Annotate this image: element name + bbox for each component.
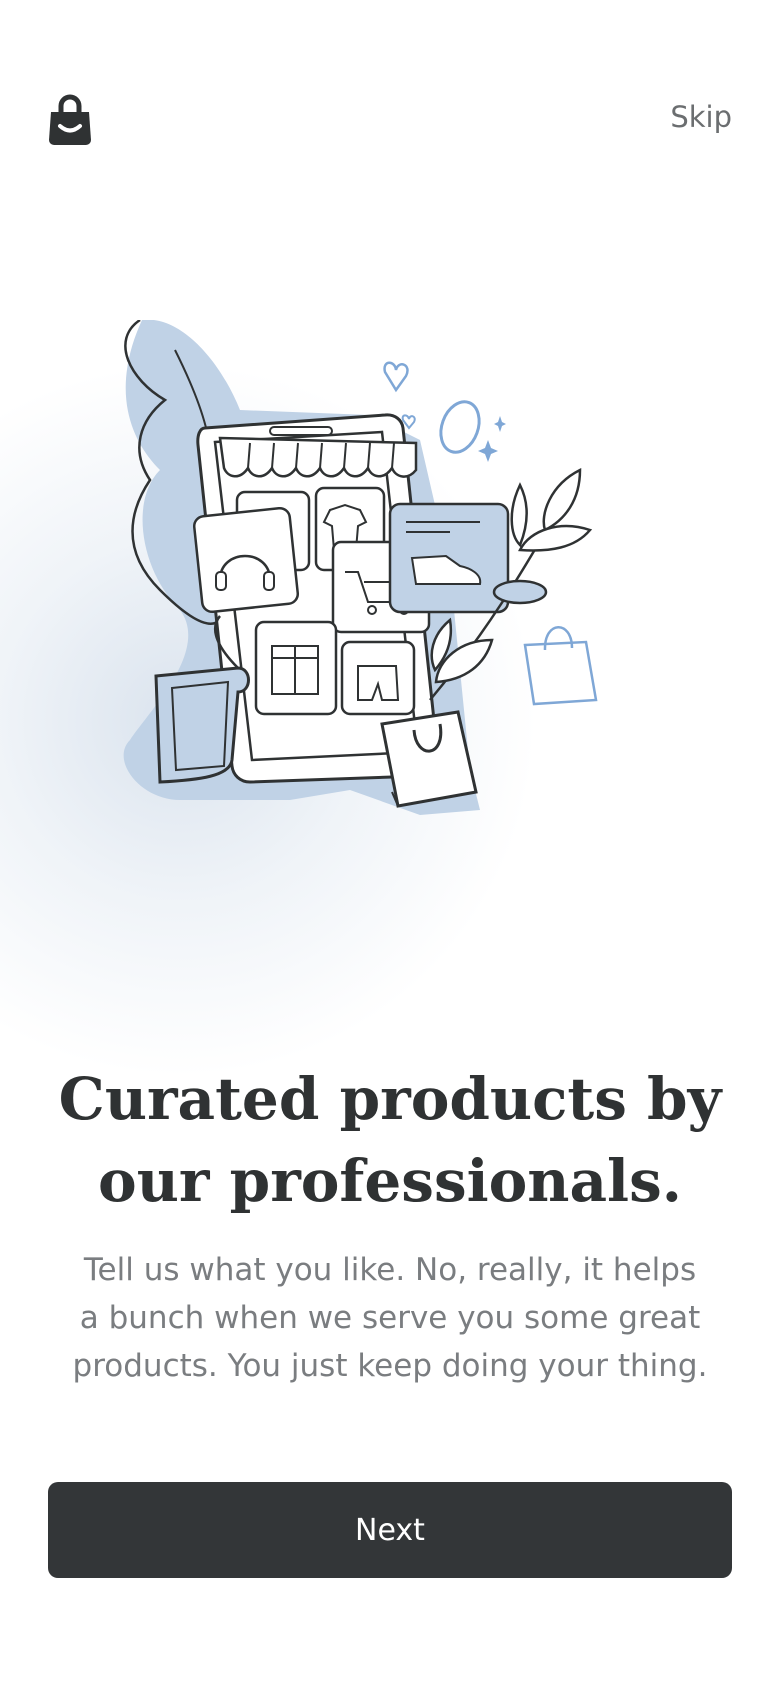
onboarding-screen: Skip Curated products by our professiona… [0, 0, 780, 1688]
next-button[interactable]: Next [48, 1482, 732, 1578]
shoe-card [388, 502, 510, 614]
sparkle-icon [478, 440, 498, 462]
phone-storefront-illustration [123, 320, 598, 815]
shopping-bag-logo-icon [49, 94, 91, 145]
headphones-card [192, 506, 300, 614]
onboarding-headline: Curated products by our professionals. [58, 1065, 722, 1215]
ring-illustration [439, 400, 481, 454]
skip-button[interactable]: Skip [670, 100, 732, 134]
small-heart-icon [401, 414, 416, 430]
heart-icon [383, 361, 409, 393]
black-bag-illustration [380, 710, 478, 808]
coin-illustration [492, 579, 548, 605]
small-sparkle-icon [494, 416, 506, 432]
blue-bag-illustration [523, 626, 598, 706]
onboarding-description: Tell us what you like. No, really, it he… [72, 1252, 708, 1384]
